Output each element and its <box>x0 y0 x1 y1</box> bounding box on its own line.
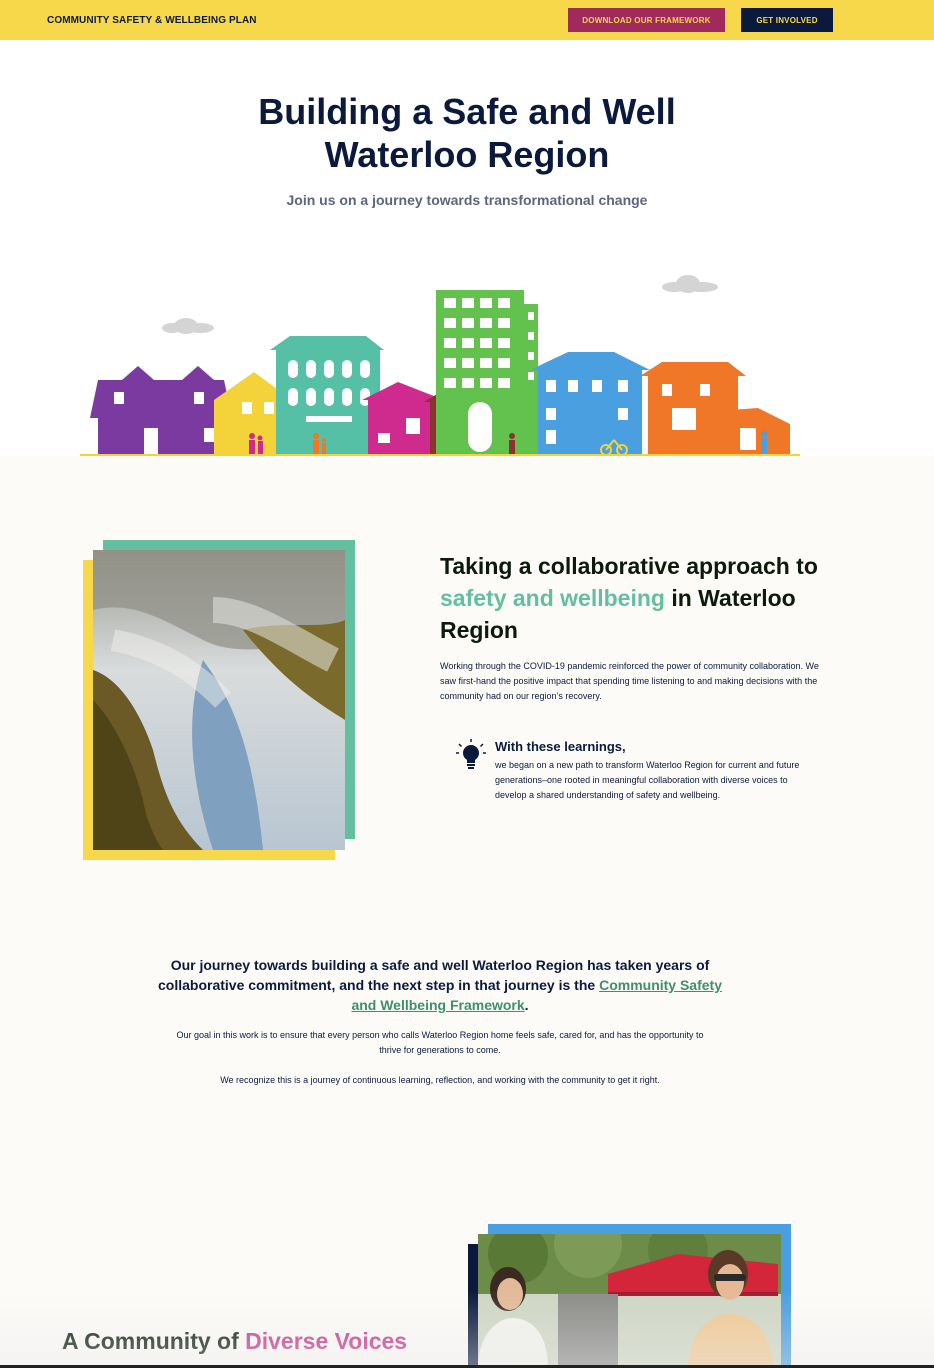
river-photo <box>93 550 345 850</box>
river-photo-frame <box>83 540 356 860</box>
collab-title: Taking a collaborative approach to safet… <box>440 550 840 646</box>
collab-body: Working through the COVID-19 pandemic re… <box>440 661 819 701</box>
get-involved-button[interactable]: GET INVOLVED <box>741 8 833 32</box>
community-photo-frame <box>468 1224 792 1368</box>
collab-title-pre: Taking a collaborative approach to <box>440 553 818 579</box>
hero-title-line2: Waterloo Region <box>324 134 610 175</box>
lightbulb-icon <box>456 739 486 769</box>
download-framework-button[interactable]: DOWNLOAD OUR FRAMEWORK <box>568 8 725 32</box>
hero-subtitle: Join us on a journey towards transformat… <box>286 192 648 208</box>
community-title: A Community of Diverse Voices <box>62 1326 407 1356</box>
goal-text: Our goal in this work is to ensure that … <box>176 1030 704 1055</box>
journey-statement-end: . <box>524 997 529 1013</box>
top-bar: COMMUNITY SAFETY & WELLBEING PLAN DOWNLO… <box>0 0 934 40</box>
learnings-title: With these learnings, <box>495 739 626 754</box>
community-title-highlight: Diverse Voices <box>245 1328 408 1354</box>
city-skyline-illustration <box>80 275 800 457</box>
hero-title-line1: Building a Safe and Well <box>258 91 676 132</box>
recognize-text: We recognize this is a journey of contin… <box>220 1075 660 1085</box>
journey-statement: Our journey towards building a safe and … <box>150 955 730 1015</box>
community-title-pre: A Community of <box>62 1328 239 1354</box>
hero-title: Building a Safe and Well Waterloo Region <box>0 90 934 176</box>
brand-title[interactable]: COMMUNITY SAFETY & WELLBEING PLAN <box>47 15 257 26</box>
collab-title-highlight: safety and wellbeing <box>440 585 665 611</box>
community-photo <box>478 1234 781 1368</box>
learnings-body: we began on a new path to transform Wate… <box>495 760 800 800</box>
